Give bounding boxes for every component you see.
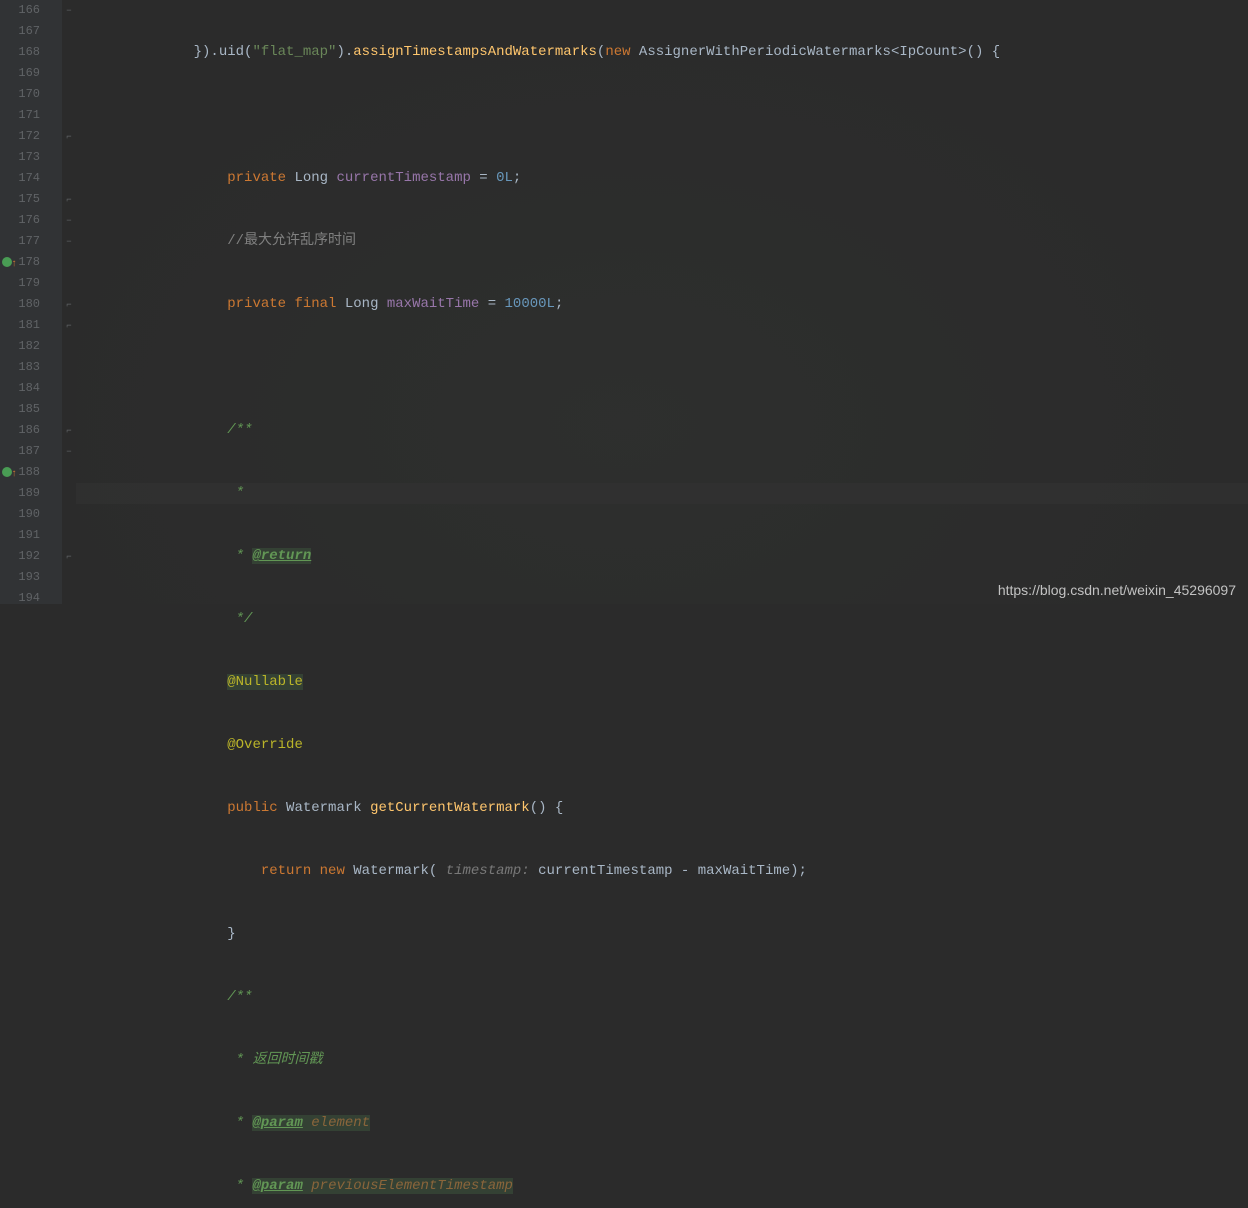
fold-marker[interactable]: ⌐ xyxy=(62,126,76,147)
line-number: 179 xyxy=(0,273,62,294)
line-number: 167 xyxy=(0,21,62,42)
code-line[interactable]: /** xyxy=(76,420,1248,441)
line-number: 168 xyxy=(0,42,62,63)
code-line[interactable] xyxy=(76,357,1248,378)
line-number: 182 xyxy=(0,336,62,357)
line-number: 177 xyxy=(0,231,62,252)
code-line[interactable]: @Override xyxy=(76,735,1248,756)
line-number: 169 xyxy=(0,63,62,84)
line-number: 185 xyxy=(0,399,62,420)
code-line[interactable]: * @param previousElementTimestamp xyxy=(76,1176,1248,1197)
fold-marker[interactable] xyxy=(62,252,76,273)
fold-marker[interactable] xyxy=(62,42,76,63)
fold-marker[interactable]: ⌐ xyxy=(62,420,76,441)
line-number: 176 xyxy=(0,210,62,231)
fold-marker[interactable] xyxy=(62,84,76,105)
line-number: 192 xyxy=(0,546,62,567)
line-number: 170 xyxy=(0,84,62,105)
fold-marker[interactable] xyxy=(62,399,76,420)
fold-marker[interactable]: − xyxy=(62,210,76,231)
fold-marker[interactable] xyxy=(62,336,76,357)
code-line[interactable]: /** xyxy=(76,987,1248,1008)
code-line[interactable]: @Nullable xyxy=(76,672,1248,693)
line-number: 171 xyxy=(0,105,62,126)
fold-marker[interactable] xyxy=(62,105,76,126)
watermark-text: https://blog.csdn.net/weixin_45296097 xyxy=(998,582,1236,598)
fold-column[interactable]: −⌐⌐−−⌐⌐⌐−⌐ xyxy=(62,0,76,604)
fold-marker[interactable] xyxy=(62,21,76,42)
fold-marker[interactable]: ⌐ xyxy=(62,546,76,567)
code-line[interactable]: } xyxy=(76,924,1248,945)
line-number: 191 xyxy=(0,525,62,546)
line-number: 183 xyxy=(0,357,62,378)
fold-marker[interactable] xyxy=(62,147,76,168)
code-line[interactable]: * 返回时间戳 xyxy=(76,1050,1248,1071)
code-editor[interactable]: 1661671681691701711721731741751761771781… xyxy=(0,0,1248,604)
line-number: 187 xyxy=(0,441,62,462)
fold-marker[interactable] xyxy=(62,63,76,84)
line-number: 172 xyxy=(0,126,62,147)
fold-marker[interactable] xyxy=(62,462,76,483)
line-number: 166 xyxy=(0,0,62,21)
fold-marker[interactable] xyxy=(62,483,76,504)
code-line[interactable]: private Long currentTimestamp = 0L; xyxy=(76,168,1248,189)
code-line[interactable]: //最大允许乱序时间 xyxy=(76,231,1248,252)
line-number: 190 xyxy=(0,504,62,525)
code-area[interactable]: }).uid("flat_map").assignTimestampsAndWa… xyxy=(76,0,1248,604)
code-line[interactable]: * xyxy=(76,483,1248,504)
line-number: 174 xyxy=(0,168,62,189)
line-number: 194 xyxy=(0,588,62,609)
line-number-gutter: 1661671681691701711721731741751761771781… xyxy=(0,0,62,604)
fold-marker[interactable]: ⌐ xyxy=(62,315,76,336)
line-number: 181 xyxy=(0,315,62,336)
line-number: 186 xyxy=(0,420,62,441)
fold-marker[interactable] xyxy=(62,168,76,189)
fold-marker[interactable] xyxy=(62,378,76,399)
fold-marker[interactable]: − xyxy=(62,441,76,462)
line-number: 188 xyxy=(0,462,62,483)
fold-marker[interactable]: − xyxy=(62,231,76,252)
line-number: 180 xyxy=(0,294,62,315)
code-line[interactable]: return new Watermark( timestamp: current… xyxy=(76,861,1248,882)
code-line[interactable]: }).uid("flat_map").assignTimestampsAndWa… xyxy=(76,42,1248,63)
code-line[interactable]: private final Long maxWaitTime = 10000L; xyxy=(76,294,1248,315)
fold-marker[interactable] xyxy=(62,588,76,609)
code-line[interactable]: */ xyxy=(76,609,1248,630)
fold-marker[interactable] xyxy=(62,504,76,525)
fold-marker[interactable] xyxy=(62,357,76,378)
fold-marker[interactable] xyxy=(62,525,76,546)
line-number: 189 xyxy=(0,483,62,504)
code-line[interactable]: * @return xyxy=(76,546,1248,567)
fold-marker[interactable] xyxy=(62,567,76,588)
line-number: 193 xyxy=(0,567,62,588)
code-line[interactable] xyxy=(76,105,1248,126)
fold-marker[interactable]: ⌐ xyxy=(62,189,76,210)
line-number: 173 xyxy=(0,147,62,168)
fold-marker[interactable]: − xyxy=(62,0,76,21)
line-number: 175 xyxy=(0,189,62,210)
line-number: 184 xyxy=(0,378,62,399)
code-line[interactable]: public Watermark getCurrentWatermark() { xyxy=(76,798,1248,819)
fold-marker[interactable]: ⌐ xyxy=(62,294,76,315)
line-number: 178 xyxy=(0,252,62,273)
fold-marker[interactable] xyxy=(62,273,76,294)
code-line[interactable]: * @param element xyxy=(76,1113,1248,1134)
